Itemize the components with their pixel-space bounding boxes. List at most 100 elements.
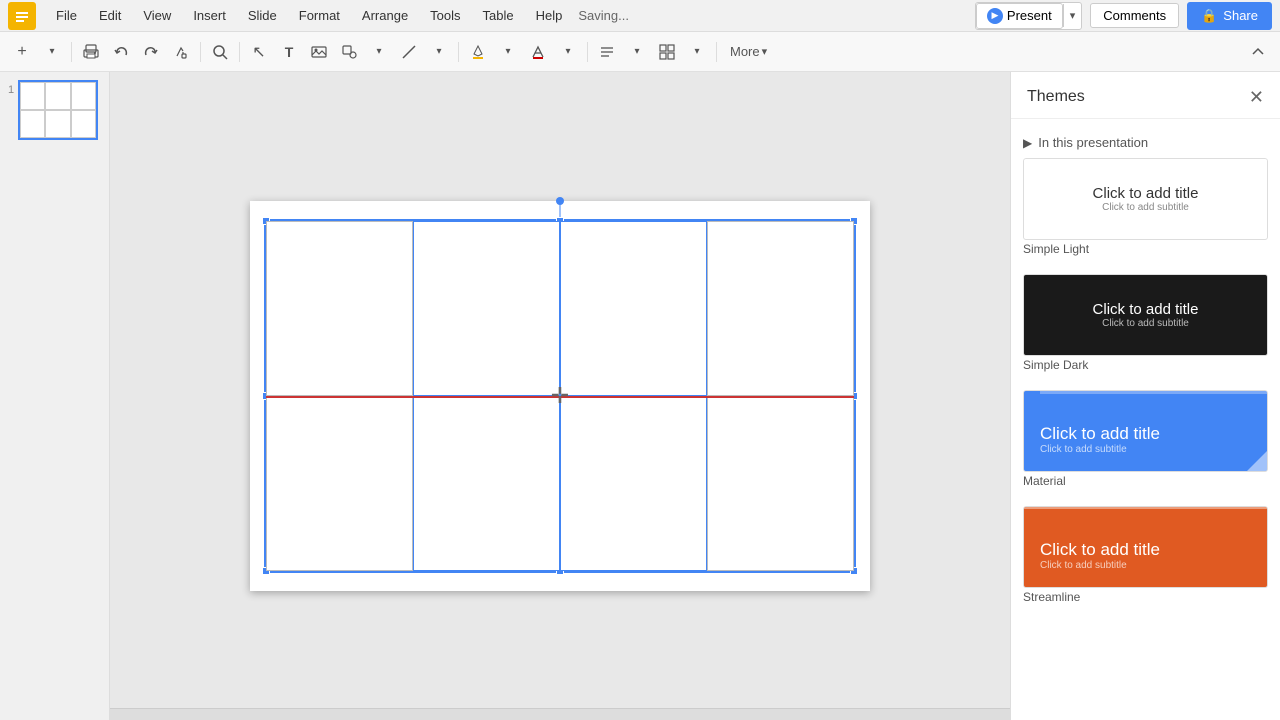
shape-dropdown-button[interactable]: ▾ bbox=[365, 38, 393, 66]
menu-insert[interactable]: Insert bbox=[183, 4, 236, 27]
table-cell-r1c4[interactable] bbox=[707, 221, 854, 396]
horizontal-scrollbar[interactable] bbox=[110, 708, 1010, 720]
zoom-button[interactable] bbox=[206, 38, 234, 66]
thumb-cell-6 bbox=[71, 110, 96, 138]
border-color-button[interactable] bbox=[524, 38, 552, 66]
print-button[interactable] bbox=[77, 38, 105, 66]
present-label: Present bbox=[1007, 8, 1052, 23]
menu-arrange[interactable]: Arrange bbox=[352, 4, 418, 27]
menu-view[interactable]: View bbox=[133, 4, 181, 27]
menu-right: ▶ Present ▾ Comments 🔒 Share bbox=[975, 2, 1272, 30]
theme-material-preview: Click to add title Click to add subtitle bbox=[1023, 390, 1268, 472]
slide-panel: 1 bbox=[0, 72, 110, 720]
theme-simple-dark-preview: Click to add title Click to add subtitle bbox=[1023, 274, 1268, 356]
theme-streamline-title: Click to add title bbox=[1040, 540, 1160, 560]
theme-material[interactable]: Click to add title Click to add subtitle… bbox=[1023, 390, 1268, 498]
paint-format-button[interactable] bbox=[167, 38, 195, 66]
collapse-toolbar-button[interactable] bbox=[1244, 38, 1272, 66]
menu-format[interactable]: Format bbox=[289, 4, 350, 27]
themes-title: Themes bbox=[1027, 88, 1085, 106]
menu-help[interactable]: Help bbox=[526, 4, 573, 27]
theme-streamline[interactable]: Click to add title Click to add subtitle… bbox=[1023, 506, 1268, 614]
table-cell-r2c2[interactable] bbox=[413, 396, 560, 571]
theme-simple-dark-label: Simple Dark bbox=[1023, 356, 1268, 374]
theme-material-subtitle: Click to add subtitle bbox=[1040, 444, 1127, 455]
table-element[interactable]: ✛ bbox=[264, 219, 856, 573]
present-dropdown[interactable]: ▾ bbox=[1063, 4, 1082, 27]
themes-content: ▶ In this presentation Click to add titl… bbox=[1011, 119, 1280, 720]
theme-material-title: Click to add title bbox=[1040, 424, 1160, 444]
comments-button[interactable]: Comments bbox=[1090, 3, 1179, 28]
main-area: 1 bbox=[0, 72, 1280, 720]
theme-simple-light-subtitle: Click to add subtitle bbox=[1102, 202, 1189, 213]
themes-in-presentation-section[interactable]: ▶ In this presentation bbox=[1023, 127, 1268, 158]
redo-button[interactable] bbox=[137, 38, 165, 66]
menu-file[interactable]: File bbox=[46, 4, 87, 27]
toolbar-separator-5 bbox=[587, 42, 588, 62]
themes-panel: Themes ✕ ▶ In this presentation Click to… bbox=[1010, 72, 1280, 720]
thumb-cell-2 bbox=[45, 82, 70, 110]
theme-streamline-label: Streamline bbox=[1023, 588, 1268, 606]
align-dropdown-button[interactable]: ▾ bbox=[623, 38, 651, 66]
border-dropdown-button[interactable]: ▾ bbox=[554, 38, 582, 66]
undo-button[interactable] bbox=[107, 38, 135, 66]
thumb-cell-4 bbox=[20, 110, 45, 138]
slide-number: 1 bbox=[8, 84, 14, 96]
share-button[interactable]: 🔒 Share bbox=[1187, 2, 1272, 30]
more-arrow-icon: ▾ bbox=[762, 45, 768, 58]
table-cell-r2c4[interactable] bbox=[707, 396, 854, 571]
select-button[interactable]: ↖ bbox=[245, 38, 273, 66]
text-button[interactable]: T bbox=[275, 38, 303, 66]
themes-close-button[interactable]: ✕ bbox=[1249, 88, 1264, 106]
toolbar-separator-6 bbox=[716, 42, 717, 62]
app-logo[interactable] bbox=[8, 2, 36, 30]
toolbar-separator-3 bbox=[239, 42, 240, 62]
table-cell-r1c1[interactable] bbox=[266, 221, 413, 396]
slide-thumb-container: 1 bbox=[8, 80, 101, 140]
layout-button[interactable] bbox=[653, 38, 681, 66]
share-label: Share bbox=[1223, 8, 1258, 23]
layout-dropdown-button[interactable]: ▾ bbox=[683, 38, 711, 66]
slide-thumbnail[interactable] bbox=[18, 80, 98, 140]
table-cell-r1c2[interactable] bbox=[413, 221, 560, 396]
menu-edit[interactable]: Edit bbox=[89, 4, 131, 27]
shape-button[interactable] bbox=[335, 38, 363, 66]
menu-bar: File Edit View Insert Slide Format Arran… bbox=[0, 0, 1280, 32]
theme-simple-dark[interactable]: Click to add title Click to add subtitle… bbox=[1023, 274, 1268, 382]
fill-dropdown-button[interactable]: ▾ bbox=[494, 38, 522, 66]
theme-streamline-subtitle: Click to add subtitle bbox=[1040, 560, 1127, 571]
table-cell-r2c1[interactable] bbox=[266, 396, 413, 571]
themes-section-label: In this presentation bbox=[1038, 135, 1148, 150]
add-dropdown-button[interactable]: ▾ bbox=[38, 38, 66, 66]
thumb-cell-5 bbox=[45, 110, 70, 138]
rotation-handle[interactable] bbox=[556, 197, 564, 205]
line-dropdown-button[interactable]: ▾ bbox=[425, 38, 453, 66]
toolbar-separator-4 bbox=[458, 42, 459, 62]
thumb-cell-3 bbox=[71, 82, 96, 110]
menu-tools[interactable]: Tools bbox=[420, 4, 470, 27]
theme-simple-light-preview: Click to add title Click to add subtitle bbox=[1023, 158, 1268, 240]
menu-table[interactable]: Table bbox=[473, 4, 524, 27]
thumb-cell-1 bbox=[20, 82, 45, 110]
themes-header: Themes ✕ bbox=[1011, 72, 1280, 119]
fill-color-button[interactable] bbox=[464, 38, 492, 66]
table-cell-r1c3[interactable] bbox=[560, 221, 707, 396]
image-button[interactable] bbox=[305, 38, 333, 66]
canvas-area[interactable]: ✛ bbox=[110, 72, 1010, 720]
material-corner-fold bbox=[1247, 451, 1267, 471]
more-label: More bbox=[730, 44, 760, 59]
theme-simple-dark-title: Click to add title bbox=[1093, 301, 1199, 318]
line-button[interactable] bbox=[395, 38, 423, 66]
theme-simple-light[interactable]: Click to add title Click to add subtitle… bbox=[1023, 158, 1268, 266]
toolbar: + ▾ ↖ T ▾ ▾ ▾ ▾ ▾ ▾ More bbox=[0, 32, 1280, 72]
add-button[interactable]: + bbox=[8, 38, 36, 66]
theme-streamline-preview: Click to add title Click to add subtitle bbox=[1023, 506, 1268, 588]
theme-simple-dark-subtitle: Click to add subtitle bbox=[1102, 318, 1189, 329]
present-button[interactable]: ▶ Present bbox=[976, 3, 1063, 29]
menu-slide[interactable]: Slide bbox=[238, 4, 287, 27]
table-cell-r2c3[interactable] bbox=[560, 396, 707, 571]
slide-canvas[interactable]: ✛ bbox=[250, 201, 870, 591]
align-button[interactable] bbox=[593, 38, 621, 66]
more-button[interactable]: More ▾ bbox=[722, 42, 775, 61]
toolbar-separator-2 bbox=[200, 42, 201, 62]
